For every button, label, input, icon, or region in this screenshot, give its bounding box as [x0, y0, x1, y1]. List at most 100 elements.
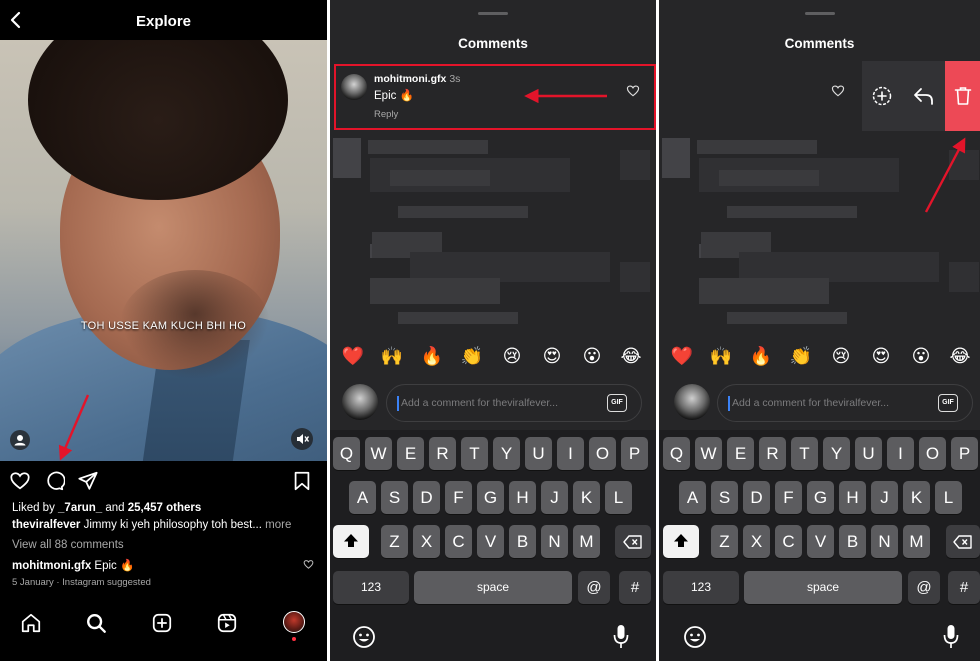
- space-key[interactable]: space: [414, 571, 572, 604]
- sheet-grabber[interactable]: [804, 12, 835, 15]
- shift-key[interactable]: [663, 525, 699, 558]
- key-m[interactable]: M: [903, 525, 930, 558]
- emoji-heart-eyes[interactable]: 😍: [540, 346, 564, 367]
- key-w[interactable]: W: [365, 437, 392, 470]
- post-video[interactable]: TOH USSE KAM KUCH BHI HO: [0, 40, 327, 461]
- hash-key[interactable]: #: [948, 571, 980, 604]
- reply-comment-button[interactable]: [903, 61, 944, 131]
- key-z[interactable]: Z: [381, 525, 408, 558]
- likes-count-link[interactable]: 25,457 others: [128, 502, 202, 514]
- key-r[interactable]: R: [759, 437, 786, 470]
- key-y[interactable]: Y: [823, 437, 850, 470]
- key-c[interactable]: C: [775, 525, 802, 558]
- key-x[interactable]: X: [743, 525, 770, 558]
- key-g[interactable]: G: [807, 481, 834, 514]
- emoji-keyboard-icon[interactable]: [352, 625, 376, 649]
- backspace-key[interactable]: [615, 525, 651, 558]
- key-o[interactable]: O: [589, 437, 616, 470]
- search-icon[interactable]: [85, 612, 107, 634]
- emoji-raised-hands[interactable]: 🙌: [709, 346, 733, 367]
- key-s[interactable]: S: [711, 481, 738, 514]
- microphone-icon[interactable]: [942, 624, 960, 650]
- muted-icon[interactable]: [291, 428, 313, 450]
- key-j[interactable]: J: [541, 481, 568, 514]
- emoji-laughing[interactable]: 😂: [619, 346, 643, 367]
- key-d[interactable]: D: [413, 481, 440, 514]
- emoji-raised-hands[interactable]: 🙌: [380, 346, 404, 367]
- key-h[interactable]: H: [509, 481, 536, 514]
- key-y[interactable]: Y: [493, 437, 520, 470]
- home-icon[interactable]: [20, 612, 42, 634]
- key-q[interactable]: Q: [663, 437, 690, 470]
- at-key[interactable]: @: [908, 571, 940, 604]
- tagged-user-icon[interactable]: [10, 430, 30, 450]
- emoji-clapping[interactable]: 👏: [789, 346, 813, 367]
- emoji-crying[interactable]: 😢: [829, 346, 853, 367]
- post-author-link[interactable]: theviralfever: [12, 519, 80, 531]
- sheet-grabber[interactable]: [478, 12, 508, 15]
- key-t[interactable]: T: [461, 437, 488, 470]
- key-d[interactable]: D: [743, 481, 770, 514]
- key-k[interactable]: K: [903, 481, 930, 514]
- hash-key[interactable]: #: [619, 571, 651, 604]
- key-b[interactable]: B: [509, 525, 536, 558]
- key-h[interactable]: H: [839, 481, 866, 514]
- comment-like-heart-icon[interactable]: [831, 84, 845, 98]
- backspace-key[interactable]: [946, 525, 980, 558]
- key-p[interactable]: P: [951, 437, 978, 470]
- shift-key[interactable]: [333, 525, 369, 558]
- key-w[interactable]: W: [695, 437, 722, 470]
- pin-comment-button[interactable]: [862, 61, 903, 131]
- like-heart-icon[interactable]: [9, 470, 31, 492]
- emoji-surprised[interactable]: 😮: [580, 346, 604, 367]
- key-p[interactable]: P: [621, 437, 648, 470]
- key-s[interactable]: S: [381, 481, 408, 514]
- emoji-crying[interactable]: 😢: [500, 346, 524, 367]
- numbers-key[interactable]: 123: [333, 571, 409, 604]
- key-e[interactable]: E: [397, 437, 424, 470]
- emoji-fire[interactable]: 🔥: [749, 346, 773, 367]
- emoji-red-heart[interactable]: ❤️: [670, 346, 694, 367]
- key-r[interactable]: R: [429, 437, 456, 470]
- space-key[interactable]: space: [744, 571, 902, 604]
- microphone-icon[interactable]: [612, 624, 630, 650]
- key-e[interactable]: E: [727, 437, 754, 470]
- key-l[interactable]: L: [605, 481, 632, 514]
- key-l[interactable]: L: [935, 481, 962, 514]
- gif-button[interactable]: GIF: [938, 394, 958, 412]
- emoji-clapping[interactable]: 👏: [460, 346, 484, 367]
- key-u[interactable]: U: [855, 437, 882, 470]
- comment-input[interactable]: Add a comment for theviralfever... GIF: [386, 384, 642, 422]
- key-x[interactable]: X: [413, 525, 440, 558]
- preview-comment-user[interactable]: mohitmoni.gfx: [12, 560, 91, 572]
- key-m[interactable]: M: [573, 525, 600, 558]
- emoji-keyboard-icon[interactable]: [683, 625, 707, 649]
- emoji-fire[interactable]: 🔥: [420, 346, 444, 367]
- profile-avatar[interactable]: [283, 611, 305, 633]
- key-v[interactable]: V: [477, 525, 504, 558]
- create-post-icon[interactable]: [151, 612, 173, 634]
- comment-input[interactable]: Add a comment for theviralfever... GIF: [717, 384, 973, 422]
- emoji-heart-eyes[interactable]: 😍: [869, 346, 893, 367]
- key-b[interactable]: B: [839, 525, 866, 558]
- gif-button[interactable]: GIF: [607, 394, 627, 412]
- key-c[interactable]: C: [445, 525, 472, 558]
- delete-comment-button[interactable]: [945, 61, 980, 131]
- key-k[interactable]: K: [573, 481, 600, 514]
- numbers-key[interactable]: 123: [663, 571, 739, 604]
- save-bookmark-icon[interactable]: [291, 470, 313, 492]
- key-v[interactable]: V: [807, 525, 834, 558]
- key-n[interactable]: N: [541, 525, 568, 558]
- key-a[interactable]: A: [679, 481, 706, 514]
- reels-icon[interactable]: [216, 612, 238, 634]
- key-t[interactable]: T: [791, 437, 818, 470]
- view-all-comments-link[interactable]: View all 88 comments: [12, 539, 124, 551]
- key-g[interactable]: G: [477, 481, 504, 514]
- more-link[interactable]: more: [265, 519, 291, 531]
- key-u[interactable]: U: [525, 437, 552, 470]
- key-o[interactable]: O: [919, 437, 946, 470]
- key-i[interactable]: I: [557, 437, 584, 470]
- key-i[interactable]: I: [887, 437, 914, 470]
- share-send-icon[interactable]: [77, 470, 99, 492]
- comment-bubble-icon[interactable]: [43, 470, 65, 492]
